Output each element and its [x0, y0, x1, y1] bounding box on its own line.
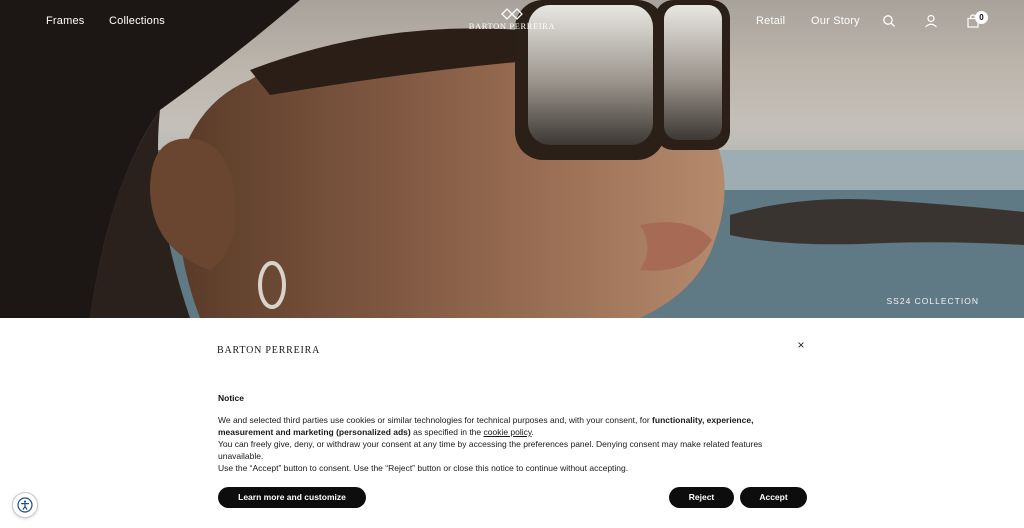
hero-banner: Frames Collections BARTON PERREIRA Retai…	[0, 0, 1024, 318]
nav-our-story[interactable]: Our Story	[811, 15, 860, 27]
hero-image	[0, 0, 1024, 318]
notice-paragraph-2: You can freely give, deny, or withdraw y…	[218, 439, 763, 461]
reject-button[interactable]: Reject	[669, 487, 734, 508]
logo-mark-icon	[501, 8, 523, 20]
learn-more-button[interactable]: Learn more and customize	[218, 487, 366, 508]
notice-paragraph-3: Use the “Accept” button to consent. Use …	[218, 463, 629, 473]
page: Frames Collections BARTON PERREIRA Retai…	[0, 0, 1024, 528]
close-icon[interactable]: ×	[795, 339, 807, 351]
nav-retail[interactable]: Retail	[756, 15, 785, 27]
notice-text: We and selected third parties use cookie…	[218, 415, 653, 425]
notice-paragraph-1: We and selected third parties use cookie…	[218, 414, 798, 438]
logo-text: BARTON PERREIRA	[468, 21, 556, 31]
cookie-policy-link[interactable]: cookie policy	[484, 427, 532, 437]
user-icon[interactable]	[924, 14, 938, 28]
collection-label[interactable]: SS24 COLLECTION	[887, 296, 979, 306]
nav-collections[interactable]: Collections	[109, 15, 165, 27]
nav-frames[interactable]: Frames	[46, 15, 84, 27]
accessibility-button[interactable]	[12, 492, 38, 518]
notice-text: .	[531, 427, 534, 437]
cart-count-badge: 0	[975, 11, 988, 24]
cookie-banner: BARTON PERREIRA × Notice We and selected…	[0, 318, 1024, 528]
notice-title: Notice	[218, 393, 244, 403]
notice-text: as specified in the	[410, 427, 484, 437]
accept-button[interactable]: Accept	[740, 487, 807, 508]
notice-body: We and selected third parties use cookie…	[218, 414, 798, 474]
search-icon[interactable]	[882, 14, 896, 28]
banner-brand: BARTON PERREIRA	[217, 345, 321, 356]
brand-logo[interactable]: BARTON PERREIRA	[462, 8, 562, 38]
accessibility-icon	[17, 497, 33, 513]
